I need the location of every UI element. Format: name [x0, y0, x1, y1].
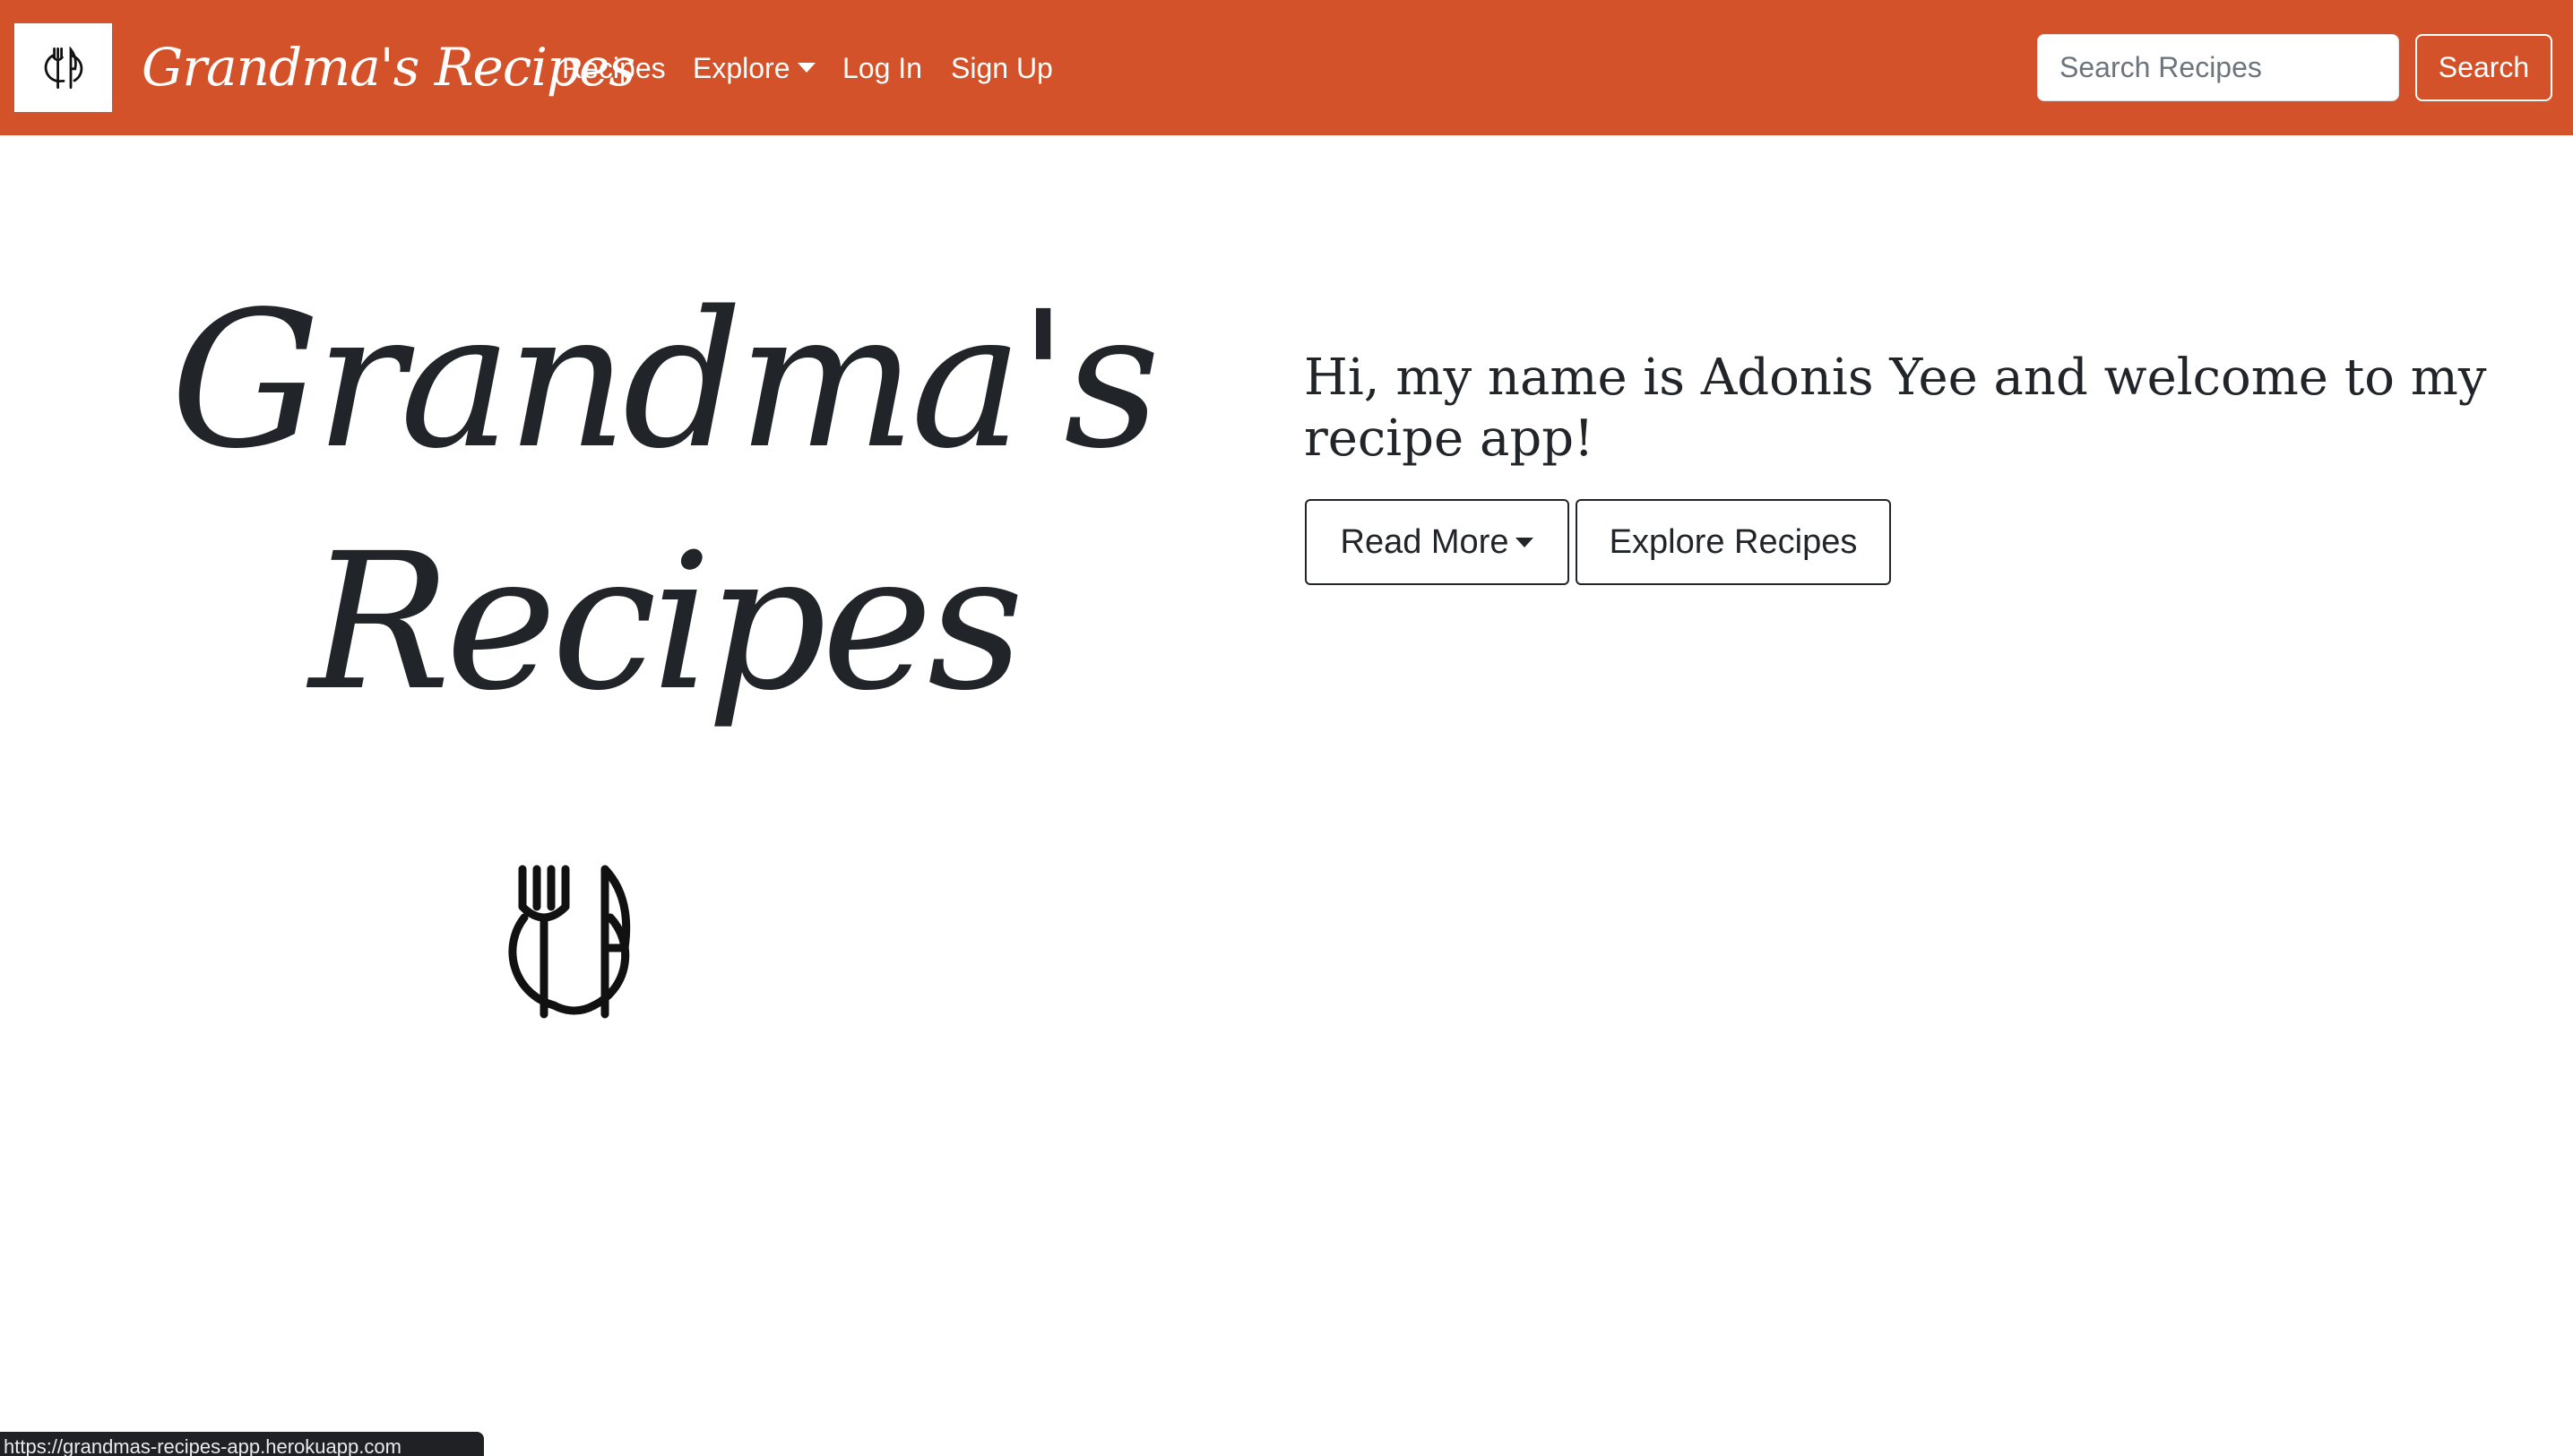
welcome-heading: Hi, my name is Adonis Yee and welcome to… — [1304, 349, 2487, 468]
brand-logo[interactable] — [14, 23, 112, 112]
explore-recipes-button[interactable]: Explore Recipes — [1576, 499, 1891, 585]
navbar: Grandma's Recipes Recipes Explore Log In… — [0, 0, 2573, 135]
read-more-label: Read More — [1340, 522, 1509, 561]
nav-link-explore-label: Explore — [693, 52, 790, 84]
search-button[interactable]: Search — [2415, 34, 2552, 101]
nav-link-recipes[interactable]: Recipes — [562, 45, 666, 91]
hero-title-line-1: Grandma's — [170, 271, 1161, 490]
nav-link-signup[interactable]: Sign Up — [951, 45, 1053, 91]
read-more-dropdown-button[interactable]: Read More — [1305, 499, 1569, 585]
status-bar-url: https://grandmas-recipes-app.herokuapp.c… — [0, 1432, 484, 1456]
nav-dropdown-explore[interactable]: Explore — [693, 45, 816, 91]
hero-title-line-2: Recipes — [309, 513, 1024, 732]
caret-down-icon — [1515, 537, 1534, 547]
fork-knife-plate-icon — [44, 46, 82, 89]
search-input[interactable] — [2037, 34, 2399, 101]
brand-name[interactable]: Grandma's Recipes — [142, 29, 635, 106]
fork-knife-plate-icon — [508, 865, 631, 1019]
caret-down-icon — [797, 63, 816, 73]
nav-link-login[interactable]: Log In — [842, 45, 922, 91]
